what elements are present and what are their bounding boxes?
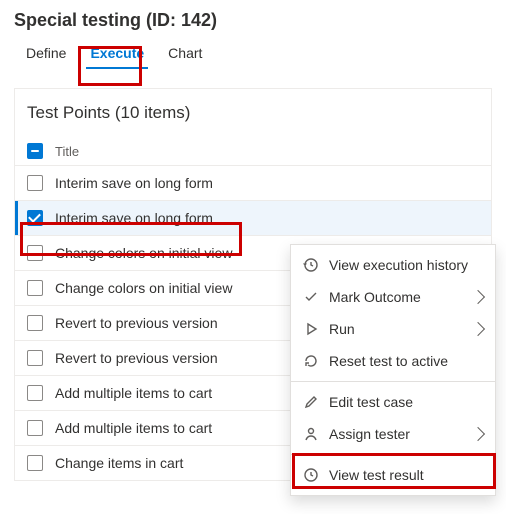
menu-mark-outcome[interactable]: Mark Outcome [291, 281, 495, 313]
history-icon [303, 257, 319, 273]
row-checkbox[interactable] [27, 455, 43, 471]
person-icon [303, 426, 319, 442]
tab-chart[interactable]: Chart [156, 37, 214, 69]
row-checkbox[interactable] [27, 350, 43, 366]
row-checkbox[interactable] [27, 385, 43, 401]
tab-bar: Define Execute Chart [0, 37, 506, 70]
refresh-icon [303, 353, 319, 369]
select-all-checkbox[interactable] [27, 143, 43, 159]
row-checkbox[interactable] [27, 280, 43, 296]
menu-label: Assign tester [329, 426, 463, 442]
row-title: Change colors on initial view [55, 245, 232, 261]
row-title: Interim save on long form [55, 175, 213, 191]
row-checkbox[interactable] [27, 210, 43, 226]
row-title: Interim save on long form [55, 210, 213, 226]
row-checkbox[interactable] [27, 245, 43, 261]
page-title: Special testing (ID: 142) [14, 10, 492, 31]
table-row[interactable]: Interim save on long form [15, 200, 491, 235]
row-title: Change items in cart [55, 455, 183, 471]
column-title: Title [55, 144, 79, 159]
menu-label: Edit test case [329, 394, 483, 410]
menu-assign-tester[interactable]: Assign tester [291, 418, 495, 450]
tab-define[interactable]: Define [14, 37, 78, 69]
chevron-right-icon [471, 322, 485, 336]
menu-label: View execution history [329, 257, 483, 273]
menu-label: Reset test to active [329, 353, 483, 369]
row-checkbox[interactable] [27, 420, 43, 436]
row-checkbox[interactable] [27, 175, 43, 191]
column-header-row: Title [15, 137, 491, 165]
tab-execute[interactable]: Execute [78, 37, 156, 69]
menu-edit-test-case[interactable]: Edit test case [291, 386, 495, 418]
menu-view-test-result[interactable]: View test result [291, 459, 495, 491]
menu-label: View test result [329, 467, 483, 483]
context-menu: View execution history Mark Outcome Run … [290, 244, 496, 496]
check-icon [303, 289, 319, 305]
menu-separator [291, 454, 495, 455]
panel-title: Test Points (10 items) [15, 89, 491, 137]
menu-view-history[interactable]: View execution history [291, 249, 495, 281]
menu-label: Run [329, 321, 463, 337]
menu-label: Mark Outcome [329, 289, 463, 305]
menu-reset[interactable]: Reset test to active [291, 345, 495, 377]
menu-run[interactable]: Run [291, 313, 495, 345]
row-title: Revert to previous version [55, 350, 218, 366]
row-title: Add multiple items to cart [55, 385, 212, 401]
row-title: Add multiple items to cart [55, 420, 212, 436]
edit-icon [303, 394, 319, 410]
play-icon [303, 321, 319, 337]
menu-separator [291, 381, 495, 382]
row-title: Revert to previous version [55, 315, 218, 331]
table-row[interactable]: Interim save on long form [15, 165, 491, 200]
row-checkbox[interactable] [27, 315, 43, 331]
chevron-right-icon [471, 290, 485, 304]
history-icon [303, 467, 319, 483]
row-title: Change colors on initial view [55, 280, 232, 296]
chevron-right-icon [471, 427, 485, 441]
